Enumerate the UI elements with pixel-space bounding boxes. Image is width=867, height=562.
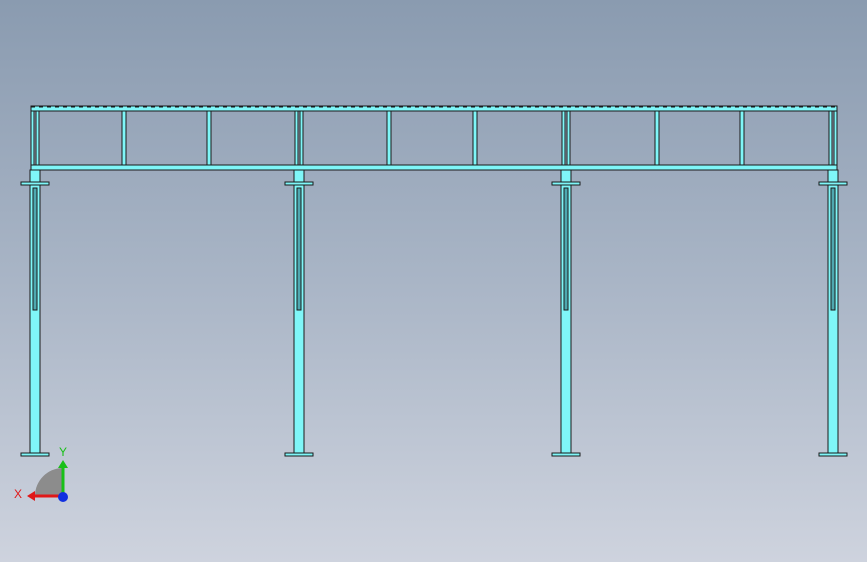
truss-vertical [121,110,127,166]
truss-end-post [299,110,304,166]
truss-end-post [561,110,566,166]
truss-vertical [654,110,660,166]
truss-vertical [206,110,212,166]
steel-frame-model [20,105,848,457]
x-axis-label: X [14,487,22,501]
cad-viewport[interactable]: X Y [0,0,867,562]
z-axis-dot-icon [58,492,68,502]
column-base-plate [20,452,50,457]
column-connector [560,169,572,183]
column-connector [293,169,305,183]
truss-end-post [30,110,35,166]
view-orientation-quadrant-icon [35,468,63,496]
truss-vertical [739,110,745,166]
column-base-plate [284,452,314,457]
column-base-plate [551,452,581,457]
column-connector [827,169,839,183]
truss-end-post [828,110,833,166]
y-axis-label: Y [59,445,67,459]
truss-end-post [294,110,299,166]
column-slot [32,187,38,311]
truss-vertical [472,110,478,166]
column-slot [830,187,836,311]
column-slot [296,187,302,311]
column-slot [563,187,569,311]
truss-vertical [386,110,392,166]
truss-end-post [35,110,40,166]
column-base-plate [818,452,848,457]
y-axis-arrowhead-icon [58,460,68,468]
truss-end-post [833,110,838,166]
truss-end-post [566,110,571,166]
column-connector [29,169,41,183]
bottom-chord [30,164,838,171]
x-axis-arrowhead-icon [27,491,35,501]
